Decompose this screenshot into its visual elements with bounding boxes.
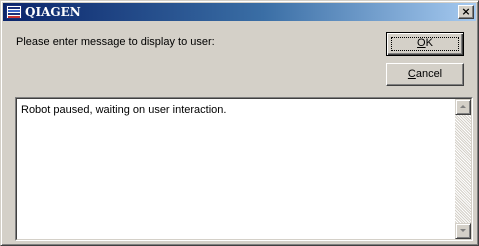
cancel-button-label: Cancel: [408, 64, 442, 84]
scroll-down-arrow-icon: [460, 229, 466, 232]
close-icon: ×: [461, 5, 471, 18]
close-button[interactable]: ×: [458, 5, 474, 19]
qiagen-app-icon[interactable]: [6, 5, 22, 19]
window-title: QIAGEN: [25, 5, 81, 19]
message-textarea-inner: Robot paused, waiting on user interactio…: [16, 98, 472, 240]
message-textarea[interactable]: Robot paused, waiting on user interactio…: [15, 97, 473, 241]
qiagen-dialog-window: QIAGEN × Please enter message to display…: [0, 0, 479, 246]
focus-rectangle: [391, 37, 459, 51]
title-bar[interactable]: QIAGEN ×: [3, 3, 476, 21]
message-text: Robot paused, waiting on user interactio…: [21, 104, 227, 116]
scroll-down-button[interactable]: [455, 223, 471, 239]
scroll-up-arrow-icon: [460, 105, 466, 108]
cancel-label-rest: ancel: [415, 68, 443, 80]
prompt-label: Please enter message to display to user:: [16, 36, 215, 48]
cancel-button[interactable]: Cancel: [386, 63, 464, 86]
cancel-accelerator-key: C: [407, 68, 416, 80]
scroll-up-button[interactable]: [455, 99, 471, 115]
vertical-scrollbar[interactable]: [455, 99, 471, 239]
ok-button[interactable]: OK: [386, 32, 464, 56]
